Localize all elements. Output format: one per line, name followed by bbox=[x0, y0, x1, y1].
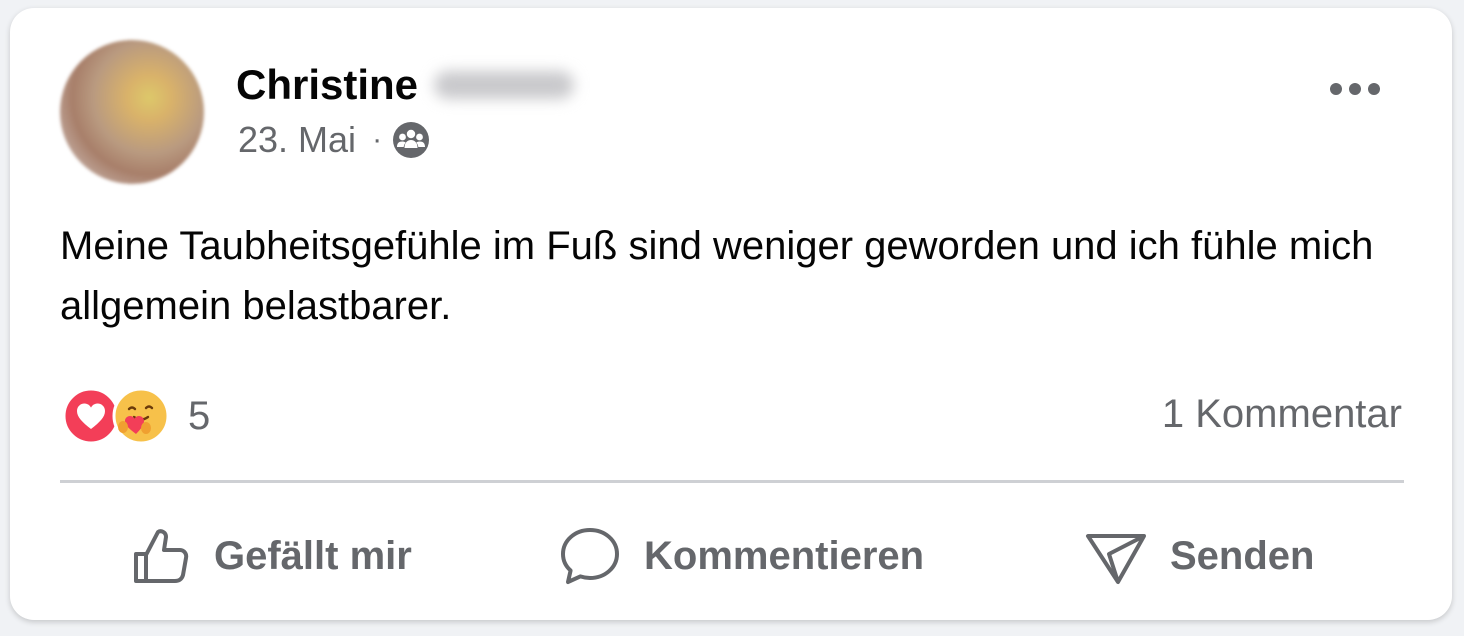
comment-bubble-icon bbox=[561, 528, 619, 584]
thumbs-up-icon bbox=[134, 529, 189, 583]
send-button[interactable]: Senden bbox=[1084, 516, 1314, 596]
redacted-last-name bbox=[434, 71, 575, 99]
comment-button[interactable]: Kommentieren bbox=[558, 516, 924, 596]
reaction-summary[interactable]: 5 bbox=[62, 386, 210, 446]
divider bbox=[60, 480, 1404, 483]
post-text: Meine Taubheitsgefühle im Fuß sind wenig… bbox=[60, 224, 1374, 328]
send-icon bbox=[1086, 534, 1146, 584]
send-label: Senden bbox=[1170, 533, 1315, 578]
comment-count-link[interactable]: 1 Kommentar bbox=[1162, 392, 1402, 437]
group-icon[interactable] bbox=[392, 121, 430, 159]
more-dots-icon bbox=[1330, 83, 1380, 95]
comment-label: Kommentieren bbox=[644, 533, 925, 578]
post-date[interactable]: 23. Mai bbox=[238, 119, 356, 161]
author-avatar[interactable] bbox=[60, 40, 204, 184]
care-reaction-icon bbox=[112, 387, 170, 445]
author-row: Christine bbox=[236, 60, 575, 110]
like-label: Gefällt mir bbox=[214, 533, 412, 578]
meta-separator: · bbox=[372, 123, 383, 156]
more-options-button[interactable] bbox=[1322, 72, 1388, 106]
post-meta: 23. Mai · bbox=[238, 118, 430, 162]
author-name[interactable]: Christine bbox=[236, 61, 418, 109]
like-button[interactable]: Gefällt mir bbox=[128, 516, 412, 596]
reaction-count: 5 bbox=[188, 393, 211, 438]
post-card: Christine 23. Mai · Meine Taubheitsgefüh… bbox=[10, 8, 1452, 620]
